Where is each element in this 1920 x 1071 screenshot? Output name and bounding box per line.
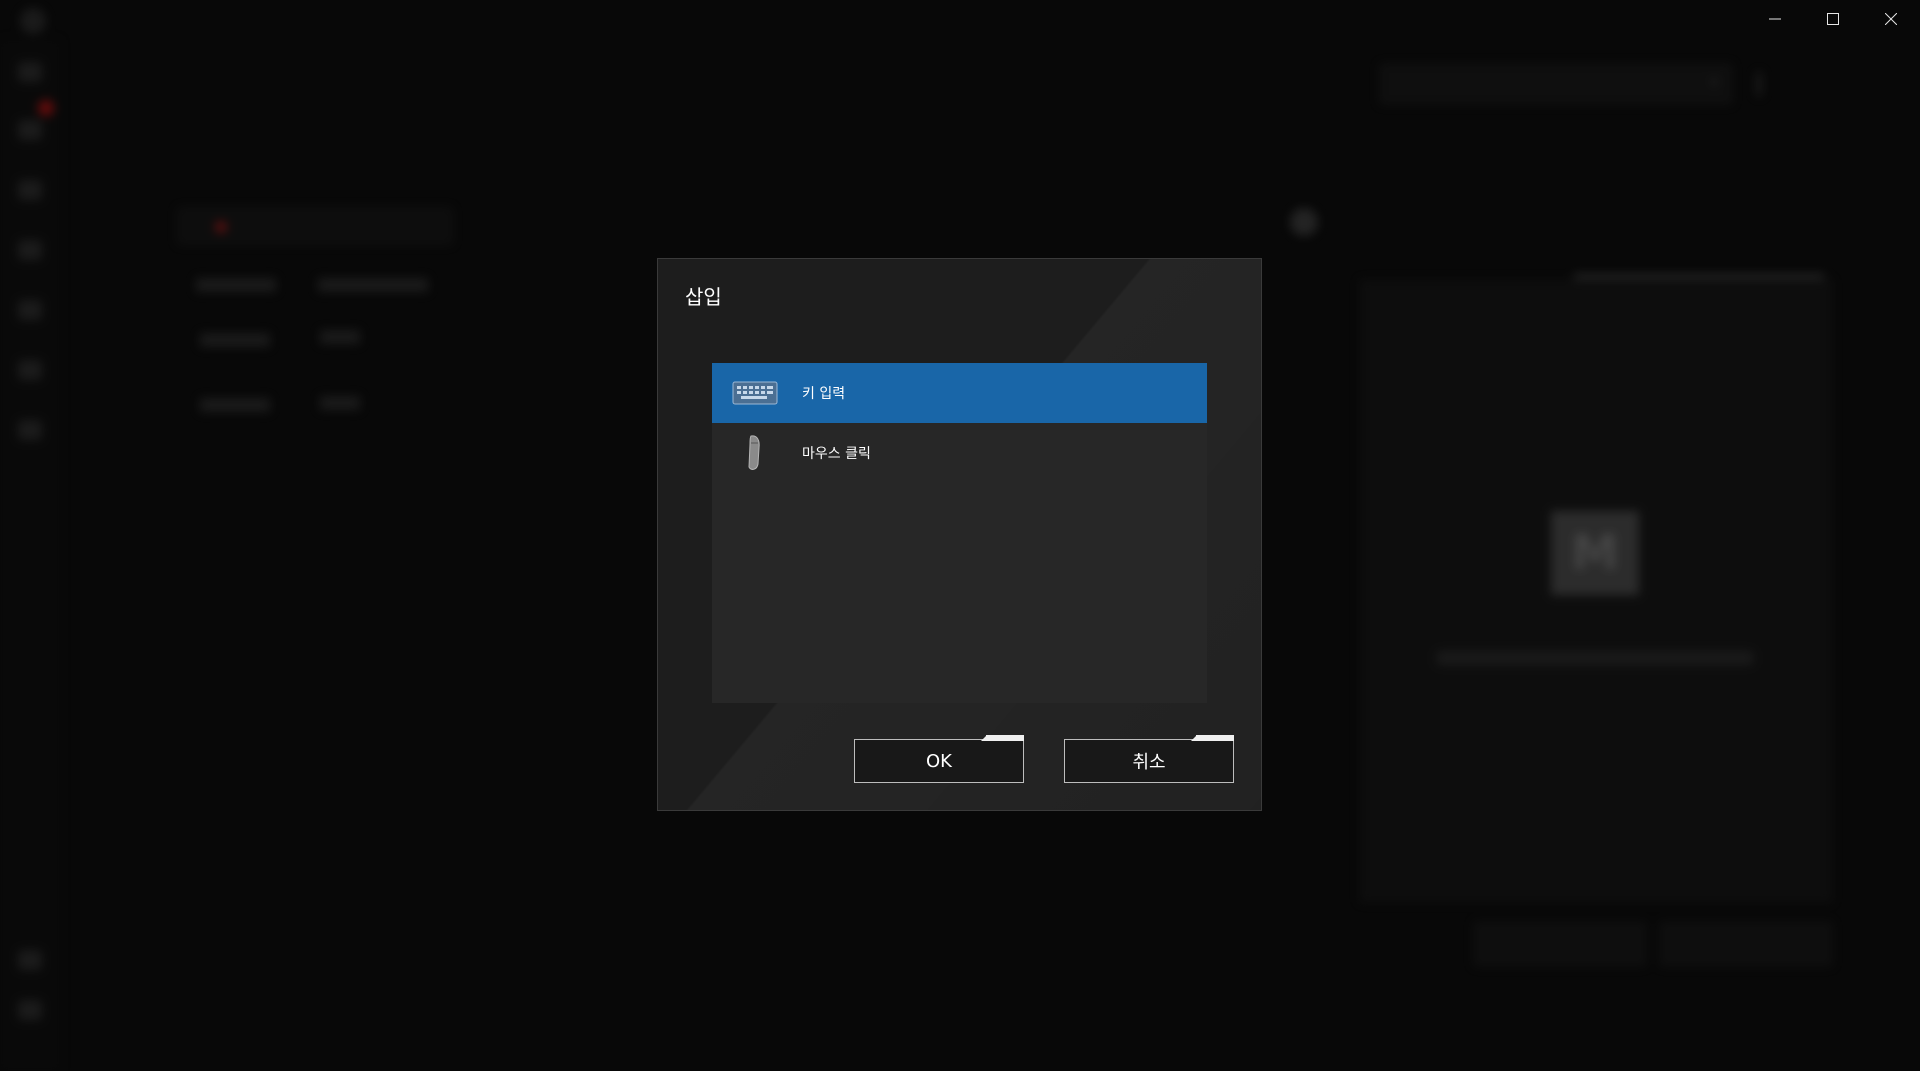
rail-icon xyxy=(18,420,42,440)
bg-slider xyxy=(1574,274,1824,279)
bg-field xyxy=(200,398,270,412)
bg-field xyxy=(196,278,276,292)
rail-icon xyxy=(18,62,42,82)
record-dot-icon xyxy=(215,221,227,233)
rail-icon xyxy=(18,360,42,380)
minimize-icon xyxy=(1769,18,1781,20)
keyboard-icon xyxy=(732,376,778,410)
macro-m-icon: M xyxy=(1551,511,1639,595)
profile-dropdown: ▾ xyxy=(1380,64,1732,104)
mouse-icon xyxy=(732,435,778,470)
app-titlebar xyxy=(20,8,46,34)
chevron-down-icon: ▾ xyxy=(1710,75,1717,89)
rail-icon xyxy=(18,180,42,200)
rail-icon xyxy=(18,950,42,970)
cancel-button[interactable]: 취소 xyxy=(1064,735,1234,783)
button-notch xyxy=(986,735,1024,741)
bg-field xyxy=(320,330,360,344)
minimize-button[interactable] xyxy=(1746,0,1804,38)
list-item-label: 키 입력 xyxy=(802,386,846,402)
maximize-button[interactable] xyxy=(1804,0,1862,38)
list-item-key-input[interactable]: 키 입력 xyxy=(712,363,1207,423)
bg-button xyxy=(1474,922,1646,966)
rail-icon xyxy=(18,120,42,140)
more-icon xyxy=(1756,72,1762,96)
bg-field xyxy=(320,396,360,410)
notification-dot xyxy=(38,100,54,116)
close-button[interactable] xyxy=(1862,0,1920,38)
ok-button-label: OK xyxy=(926,750,952,772)
rail-icon xyxy=(18,300,42,320)
rail-icon xyxy=(18,240,42,260)
toggle-icon xyxy=(1290,208,1318,236)
rail-icon xyxy=(18,1000,42,1020)
bg-button xyxy=(1660,922,1832,966)
button-notch xyxy=(1196,735,1234,741)
ok-button[interactable]: OK xyxy=(854,735,1024,783)
maximize-icon xyxy=(1827,13,1839,25)
list-item-mouse-click[interactable]: 마우스 클릭 xyxy=(712,423,1207,483)
bg-field xyxy=(1437,651,1753,665)
preview-panel: M xyxy=(1360,280,1832,902)
insert-dialog: 삽입 키 입력 마우스 클릭 OK 취소 xyxy=(657,258,1262,811)
close-icon xyxy=(1885,13,1897,25)
dialog-title: 삽입 xyxy=(685,285,722,309)
app-logo xyxy=(20,8,46,34)
window-controls xyxy=(1746,0,1920,38)
insert-type-list: 키 입력 마우스 클릭 xyxy=(712,363,1207,703)
bg-field xyxy=(200,333,270,347)
cancel-button-label: 취소 xyxy=(1132,752,1166,773)
bg-field xyxy=(318,278,428,292)
side-rail xyxy=(0,40,60,1071)
record-tabs xyxy=(178,208,452,244)
list-item-label: 마우스 클릭 xyxy=(802,446,871,462)
